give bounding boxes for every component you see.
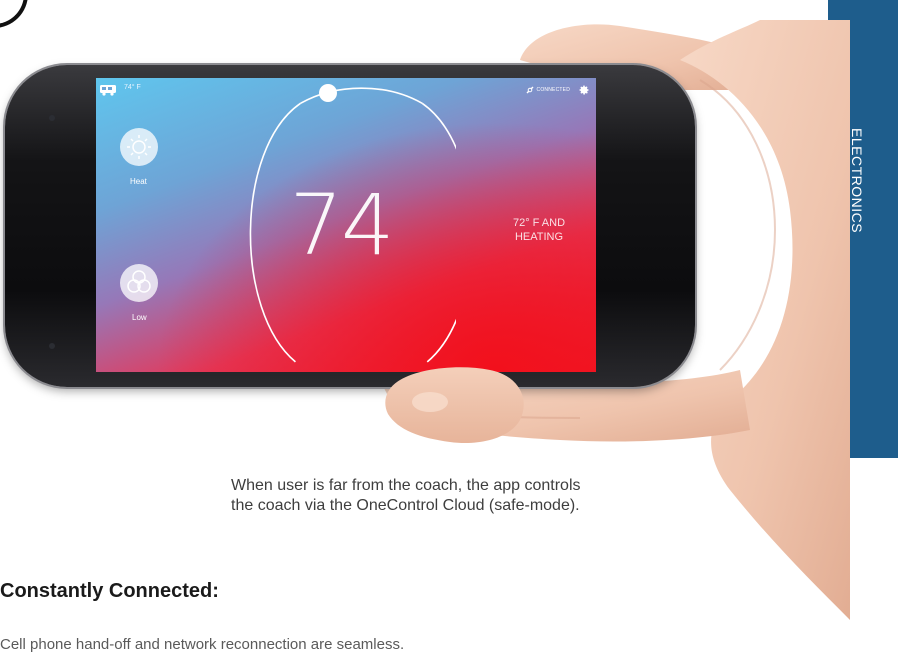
fan-mode-button[interactable] [120,264,158,302]
fan-icon [127,270,151,293]
paragraph-line: the coach via the OneControl Cloud (safe… [231,497,580,514]
setpoint-temperature: 74 [289,176,395,274]
fan-mode-label: Low [132,313,147,322]
gear-icon[interactable] [578,84,590,96]
rv-icon[interactable] [100,84,118,96]
dial-handle[interactable] [319,84,337,102]
heat-mode-button[interactable] [120,128,158,166]
cut-off-text: Cell phone hand-off and network reconnec… [0,636,405,653]
decorative-arc [0,0,28,28]
paragraph-line: When user is far from the coach, the app… [231,477,581,494]
section-tab-label: ELECTRONICS [849,128,865,234]
heating-status-line2: HEATING [514,231,564,243]
status-right: CONNECTED [526,84,590,96]
phone-sensor [49,343,55,349]
phone-sensor [49,115,55,121]
heating-status: 72° F AND HEATING [494,216,584,244]
heat-mode-label: Heat [130,177,147,186]
body-paragraph: When user is far from the coach, the app… [231,476,651,516]
heating-status-line1: 72° F AND [512,217,566,229]
status-left: 74° F [100,84,141,96]
thumb-illustration [385,367,524,444]
section-heading: Constantly Connected: [0,580,219,602]
current-temperature: 74° F [124,84,141,91]
sun-icon [127,135,151,159]
connection-status: CONNECTED [526,86,570,94]
phone-device: 74° F CONNECTED Heat Low 74 72° F AND HE… [5,65,695,387]
link-icon [526,86,534,94]
thermostat-screen: 74° F CONNECTED Heat Low 74 72° F AND HE… [96,78,596,372]
connection-label: CONNECTED [536,87,570,93]
